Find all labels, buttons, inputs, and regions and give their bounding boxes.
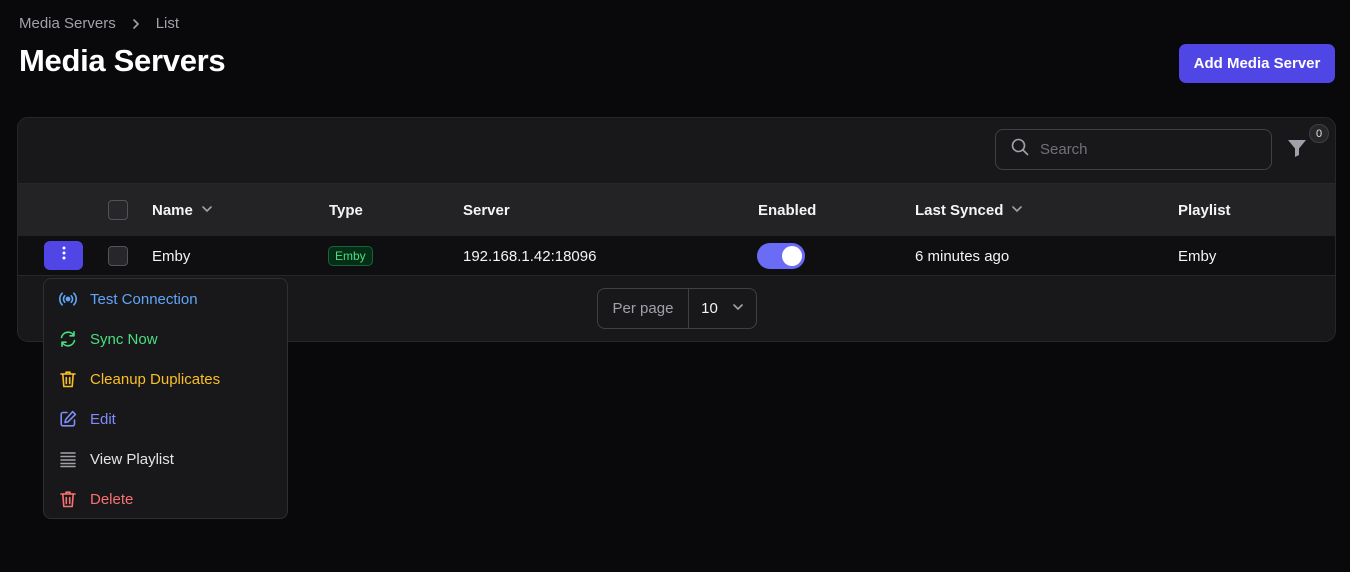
table-header: Name Type Server Enabled Last Synced Pla…: [18, 183, 1335, 236]
column-name-label: Name: [152, 202, 193, 219]
search-box[interactable]: [995, 129, 1272, 170]
refresh-icon: [58, 329, 78, 349]
row-actions-menu: Test Connection Sync Now Cleanup Duplica…: [43, 278, 288, 519]
menu-item-delete[interactable]: Delete: [44, 479, 287, 519]
search-input[interactable]: [1040, 141, 1240, 158]
add-media-server-button[interactable]: Add Media Server: [1179, 44, 1335, 83]
per-page-select[interactable]: Per page 10: [597, 288, 757, 329]
breadcrumb-item-list: List: [155, 15, 180, 32]
trash-icon: [58, 369, 78, 389]
menu-item-label: View Playlist: [90, 450, 174, 468]
column-header-type: Type: [329, 202, 363, 219]
select-all-checkbox[interactable]: [108, 200, 128, 220]
cell-type: Emby: [328, 236, 373, 276]
column-header-enabled: Enabled: [758, 202, 817, 219]
menu-item-label: Test Connection: [90, 290, 198, 308]
column-last-synced-label: Last Synced: [915, 202, 1004, 219]
menu-item-label: Sync Now: [90, 330, 158, 348]
filter-icon[interactable]: [1286, 137, 1308, 159]
cell-last-synced: 6 minutes ago: [915, 247, 1010, 265]
table-toolbar: 0: [18, 118, 1335, 183]
pencil-square-icon: [58, 409, 78, 429]
chevron-down-icon: [1011, 202, 1023, 219]
menu-item-sync-now[interactable]: Sync Now: [44, 319, 287, 359]
menu-item-label: Edit: [90, 410, 116, 428]
trash-icon: [58, 489, 78, 509]
dots-vertical-icon: [62, 246, 66, 265]
column-header-server: Server: [463, 202, 510, 219]
toggle-knob: [782, 246, 802, 266]
breadcrumb-item-media-servers[interactable]: Media Servers: [19, 15, 116, 32]
menu-item-test-connection[interactable]: Test Connection: [44, 279, 287, 319]
menu-item-label: Delete: [90, 490, 134, 508]
breadcrumb: Media Servers List: [19, 15, 179, 32]
enabled-toggle[interactable]: [757, 243, 805, 269]
table-row: Emby Emby 192.168.1.42:18096 6 minutes a…: [18, 236, 1335, 276]
row-actions-button[interactable]: [44, 241, 83, 270]
per-page-label: Per page: [598, 289, 689, 328]
chevron-right-icon: [128, 16, 144, 32]
search-icon: [1010, 137, 1030, 162]
cell-enabled: [757, 236, 805, 276]
type-badge: Emby: [328, 246, 373, 266]
per-page-value-text: 10: [701, 300, 718, 317]
list-icon: [58, 449, 78, 469]
cell-name: Emby: [152, 247, 191, 265]
per-page-value[interactable]: 10: [689, 289, 756, 328]
page-title: Media Servers: [19, 43, 226, 78]
cell-server: 192.168.1.42:18096: [463, 247, 597, 265]
chevron-down-icon: [201, 202, 213, 219]
chevron-down-icon: [732, 300, 744, 317]
signal-icon: [58, 289, 78, 309]
menu-item-cleanup-duplicates[interactable]: Cleanup Duplicates: [44, 359, 287, 399]
menu-item-edit[interactable]: Edit: [44, 399, 287, 439]
column-header-name[interactable]: Name: [152, 184, 213, 237]
column-header-playlist: Playlist: [1178, 202, 1231, 219]
column-header-last-synced[interactable]: Last Synced: [915, 184, 1023, 237]
row-checkbox[interactable]: [108, 246, 128, 266]
cell-playlist: Emby: [1178, 247, 1217, 265]
menu-item-label: Cleanup Duplicates: [90, 370, 221, 388]
filter-count-badge: 0: [1309, 124, 1329, 143]
menu-item-view-playlist[interactable]: View Playlist: [44, 439, 287, 479]
